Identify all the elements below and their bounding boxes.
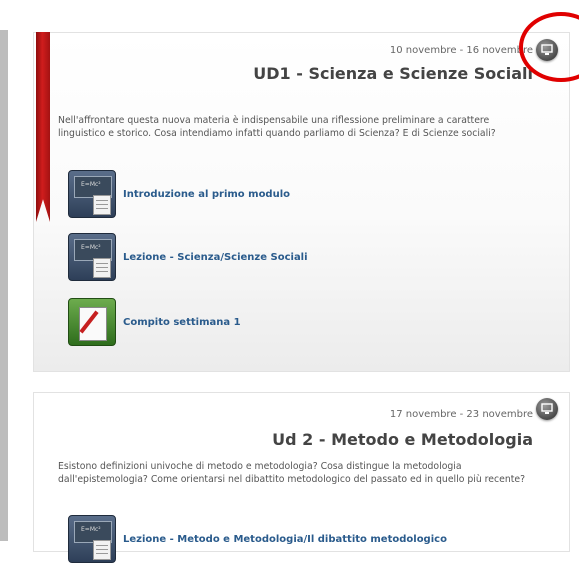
- lesson-icon: E=Mc²: [68, 515, 116, 563]
- page-left-border: [0, 30, 8, 541]
- activity-lesson-1[interactable]: E=Mc² Lezione - Scienza/Scienze Sociali: [68, 233, 308, 281]
- activity-link[interactable]: Lezione - Scienza/Scienze Sociali: [123, 252, 308, 263]
- section-1-description: Nell'affrontare questa nuova materia è i…: [58, 115, 496, 139]
- activity-lesson-2[interactable]: E=Mc² Lezione - Metodo e Metodologia/Il …: [68, 515, 447, 563]
- monitor-icon: [541, 403, 553, 414]
- current-week-ribbon: [36, 32, 50, 222]
- activity-link[interactable]: Introduzione al primo modulo: [123, 189, 290, 200]
- show-only-section-2-button[interactable]: [536, 398, 558, 420]
- section-1-date: 10 novembre - 16 novembre: [389, 45, 533, 56]
- lesson-icon: E=Mc²: [68, 170, 116, 218]
- lesson-icon: E=Mc²: [68, 233, 116, 281]
- section-2-description: Esistono definizioni univoche di metodo …: [58, 461, 526, 485]
- section-2-title: Ud 2 - Metodo e Metodologia: [272, 430, 533, 449]
- activity-link[interactable]: Compito settimana 1: [123, 317, 241, 328]
- activity-intro[interactable]: E=Mc² Introduzione al primo modulo: [68, 170, 290, 218]
- section-1-title: UD1 - Scienza e Scienze Sociali: [253, 64, 533, 83]
- assignment-icon: [68, 298, 116, 346]
- section-2-date: 17 novembre - 23 novembre: [389, 409, 533, 420]
- activity-assignment-1[interactable]: Compito settimana 1: [68, 298, 241, 346]
- activity-link[interactable]: Lezione - Metodo e Metodologia/Il dibatt…: [123, 534, 447, 545]
